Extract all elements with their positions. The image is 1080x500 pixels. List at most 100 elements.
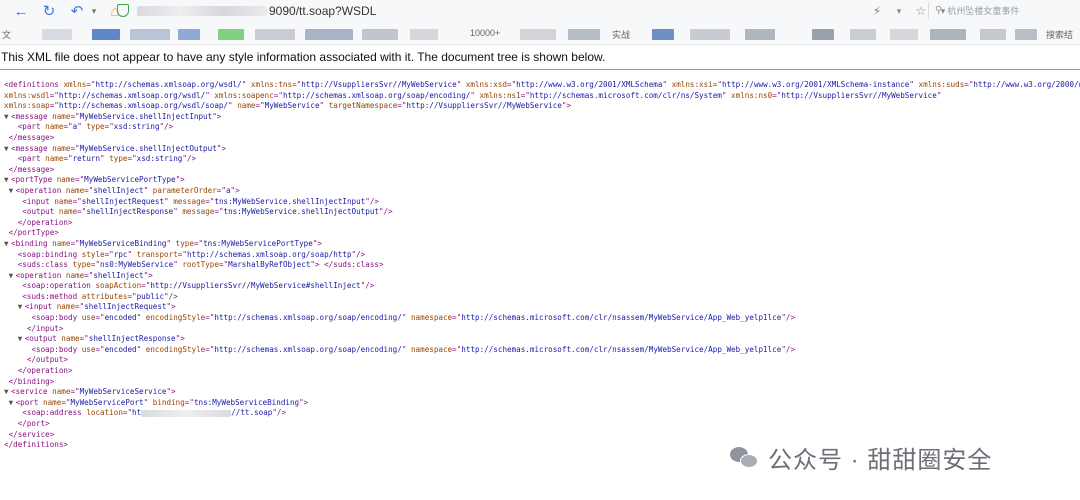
back-arrow-icon[interactable]: ← bbox=[10, 2, 32, 20]
collapse-toggle-icon[interactable]: ▼ bbox=[18, 334, 25, 345]
xml-token: "> bbox=[166, 387, 176, 397]
collapse-toggle-icon[interactable]: ▼ bbox=[4, 144, 11, 155]
collapse-toggle-icon[interactable]: ▼ bbox=[9, 271, 16, 282]
xml-token: http://www.w3.org/2000/wsdl/suds bbox=[973, 80, 1080, 89]
collapse-toggle-icon[interactable]: ▼ bbox=[4, 387, 11, 398]
xml-token: =" bbox=[122, 408, 133, 418]
redacted-bookmark[interactable] bbox=[218, 29, 244, 40]
xml-token: </message> bbox=[8, 132, 55, 142]
redacted-bookmark[interactable] bbox=[812, 29, 834, 40]
lightning-icon[interactable]: ⚡︎ bbox=[868, 4, 886, 18]
redacted-bookmark[interactable] bbox=[930, 29, 966, 40]
collapse-toggle-icon[interactable]: ▼ bbox=[4, 175, 11, 186]
xml-token: xsd:string bbox=[113, 122, 160, 132]
xml-token: message bbox=[182, 207, 215, 217]
xml-token: " bbox=[100, 154, 110, 164]
xml-token: xmlns:soap bbox=[4, 101, 50, 111]
redacted-bookmark[interactable] bbox=[568, 29, 600, 40]
xml-token: xsd:string bbox=[136, 154, 183, 164]
xml-token: =" bbox=[216, 185, 226, 195]
xml-token bbox=[4, 408, 22, 417]
notice-divider bbox=[0, 69, 1080, 70]
xml-token: "/> bbox=[351, 249, 366, 259]
history-back-icon[interactable]: ↶ bbox=[66, 2, 88, 20]
xml-token: "/> bbox=[378, 207, 393, 217]
bookmark-label[interactable]: 实战 bbox=[612, 28, 630, 41]
xml-token: MyWebService.shellInjectOutput bbox=[79, 143, 217, 153]
redacted-host bbox=[137, 5, 267, 16]
xml-token: =" bbox=[214, 207, 224, 217]
collapse-toggle-icon[interactable]: ▼ bbox=[9, 186, 16, 197]
redacted-bookmark[interactable] bbox=[850, 29, 876, 40]
xml-line: </message> bbox=[4, 133, 1080, 144]
redacted-bookmark[interactable] bbox=[745, 29, 775, 40]
xml-token: " bbox=[127, 249, 137, 259]
xml-token: =" bbox=[49, 101, 59, 111]
redacted-bookmark[interactable] bbox=[1015, 29, 1037, 40]
xml-token: soapAction bbox=[95, 281, 142, 291]
xml-token: </input> bbox=[26, 323, 64, 333]
search-box[interactable]: ⚲ 杭州坠楼女童事件 bbox=[928, 2, 1080, 19]
xml-token: <message bbox=[11, 111, 53, 121]
xml-token: name bbox=[52, 387, 71, 397]
xml-token: tns:MyWebService.shellInjectInput bbox=[214, 196, 366, 206]
xml-token: =" bbox=[712, 80, 722, 89]
xml-token: " bbox=[936, 90, 942, 100]
redacted-bookmark[interactable] bbox=[305, 29, 353, 40]
collapse-toggle-icon[interactable]: ▼ bbox=[4, 239, 11, 250]
search-placeholder: 杭州坠楼女童事件 bbox=[947, 6, 1020, 16]
xml-line: ▼ <binding name="MyWebServiceBinding" typ… bbox=[4, 239, 1080, 250]
redacted-bookmark[interactable] bbox=[890, 29, 918, 40]
xml-token: xmlns:tns bbox=[250, 80, 293, 89]
address-bar[interactable]: 9090/tt.soap?WSDL bbox=[117, 1, 867, 20]
security-shield-icon bbox=[117, 4, 129, 17]
xml-token: =" bbox=[70, 111, 80, 121]
search-icon: ⚲ bbox=[935, 5, 943, 16]
chevron-down-icon[interactable]: ▾ bbox=[890, 6, 908, 17]
xml-token: http://www.w3.org/2001/XMLSchema bbox=[516, 80, 663, 89]
xml-token: <binding bbox=[11, 238, 53, 248]
xml-line: </operation> bbox=[4, 218, 1080, 229]
xml-token: <operation bbox=[15, 185, 66, 195]
redacted-bookmark[interactable] bbox=[92, 29, 120, 40]
collapse-toggle-icon[interactable]: ▼ bbox=[4, 112, 11, 123]
redacted-bookmark[interactable] bbox=[42, 29, 72, 40]
xml-token: =" bbox=[63, 122, 73, 132]
xml-line: <soap:address location="ht //tt.soap"/> bbox=[4, 408, 1080, 419]
xml-token: transport bbox=[136, 249, 178, 259]
xml-token: type bbox=[109, 154, 128, 164]
xml-token: name bbox=[43, 397, 62, 407]
xml-token: =" bbox=[507, 80, 517, 89]
xml-token: " bbox=[164, 196, 174, 206]
bookmark-label[interactable]: 搜索结 bbox=[1046, 28, 1073, 41]
redacted-location bbox=[141, 409, 232, 417]
refresh-icon[interactable]: ↻ bbox=[38, 2, 60, 20]
collapse-toggle-icon[interactable]: ▼ bbox=[9, 398, 16, 409]
xml-line: ▼ <operation name="shellInject" parameter… bbox=[4, 186, 1080, 197]
bookmark-label[interactable]: 10000+ bbox=[470, 28, 500, 38]
redacted-bookmark[interactable] bbox=[178, 29, 200, 40]
xml-token: attributes bbox=[81, 291, 128, 301]
xml-token: <part bbox=[17, 122, 46, 132]
xml-token: <input bbox=[22, 196, 55, 206]
xml-token: "/> bbox=[781, 344, 796, 354]
redacted-bookmark[interactable] bbox=[255, 29, 295, 40]
watermark-text: 公众号 · 甜甜圈安全 bbox=[768, 446, 993, 474]
xml-token: shellInjectResponse bbox=[86, 207, 174, 217]
xml-line: <soap:operation soapAction="http://Vsupp… bbox=[4, 281, 1080, 292]
xml-token: shellInject bbox=[93, 270, 144, 280]
redacted-bookmark[interactable] bbox=[410, 29, 438, 40]
xml-token: =" bbox=[292, 80, 302, 89]
redacted-bookmark[interactable] bbox=[980, 29, 1006, 40]
xml-token: <output bbox=[24, 334, 62, 344]
redacted-bookmark[interactable] bbox=[690, 29, 730, 40]
xml-token: </binding> bbox=[8, 376, 55, 386]
redacted-bookmark[interactable] bbox=[130, 29, 170, 40]
redacted-bookmark[interactable] bbox=[652, 29, 674, 40]
redacted-bookmark[interactable] bbox=[520, 29, 556, 40]
xml-token: "> bbox=[175, 175, 185, 185]
redacted-bookmark[interactable] bbox=[362, 29, 398, 40]
collapse-toggle-icon[interactable]: ▼ bbox=[18, 302, 25, 313]
bookmark-label[interactable]: 文 bbox=[2, 28, 11, 41]
dropdown-icon[interactable]: ▾ bbox=[88, 2, 100, 20]
